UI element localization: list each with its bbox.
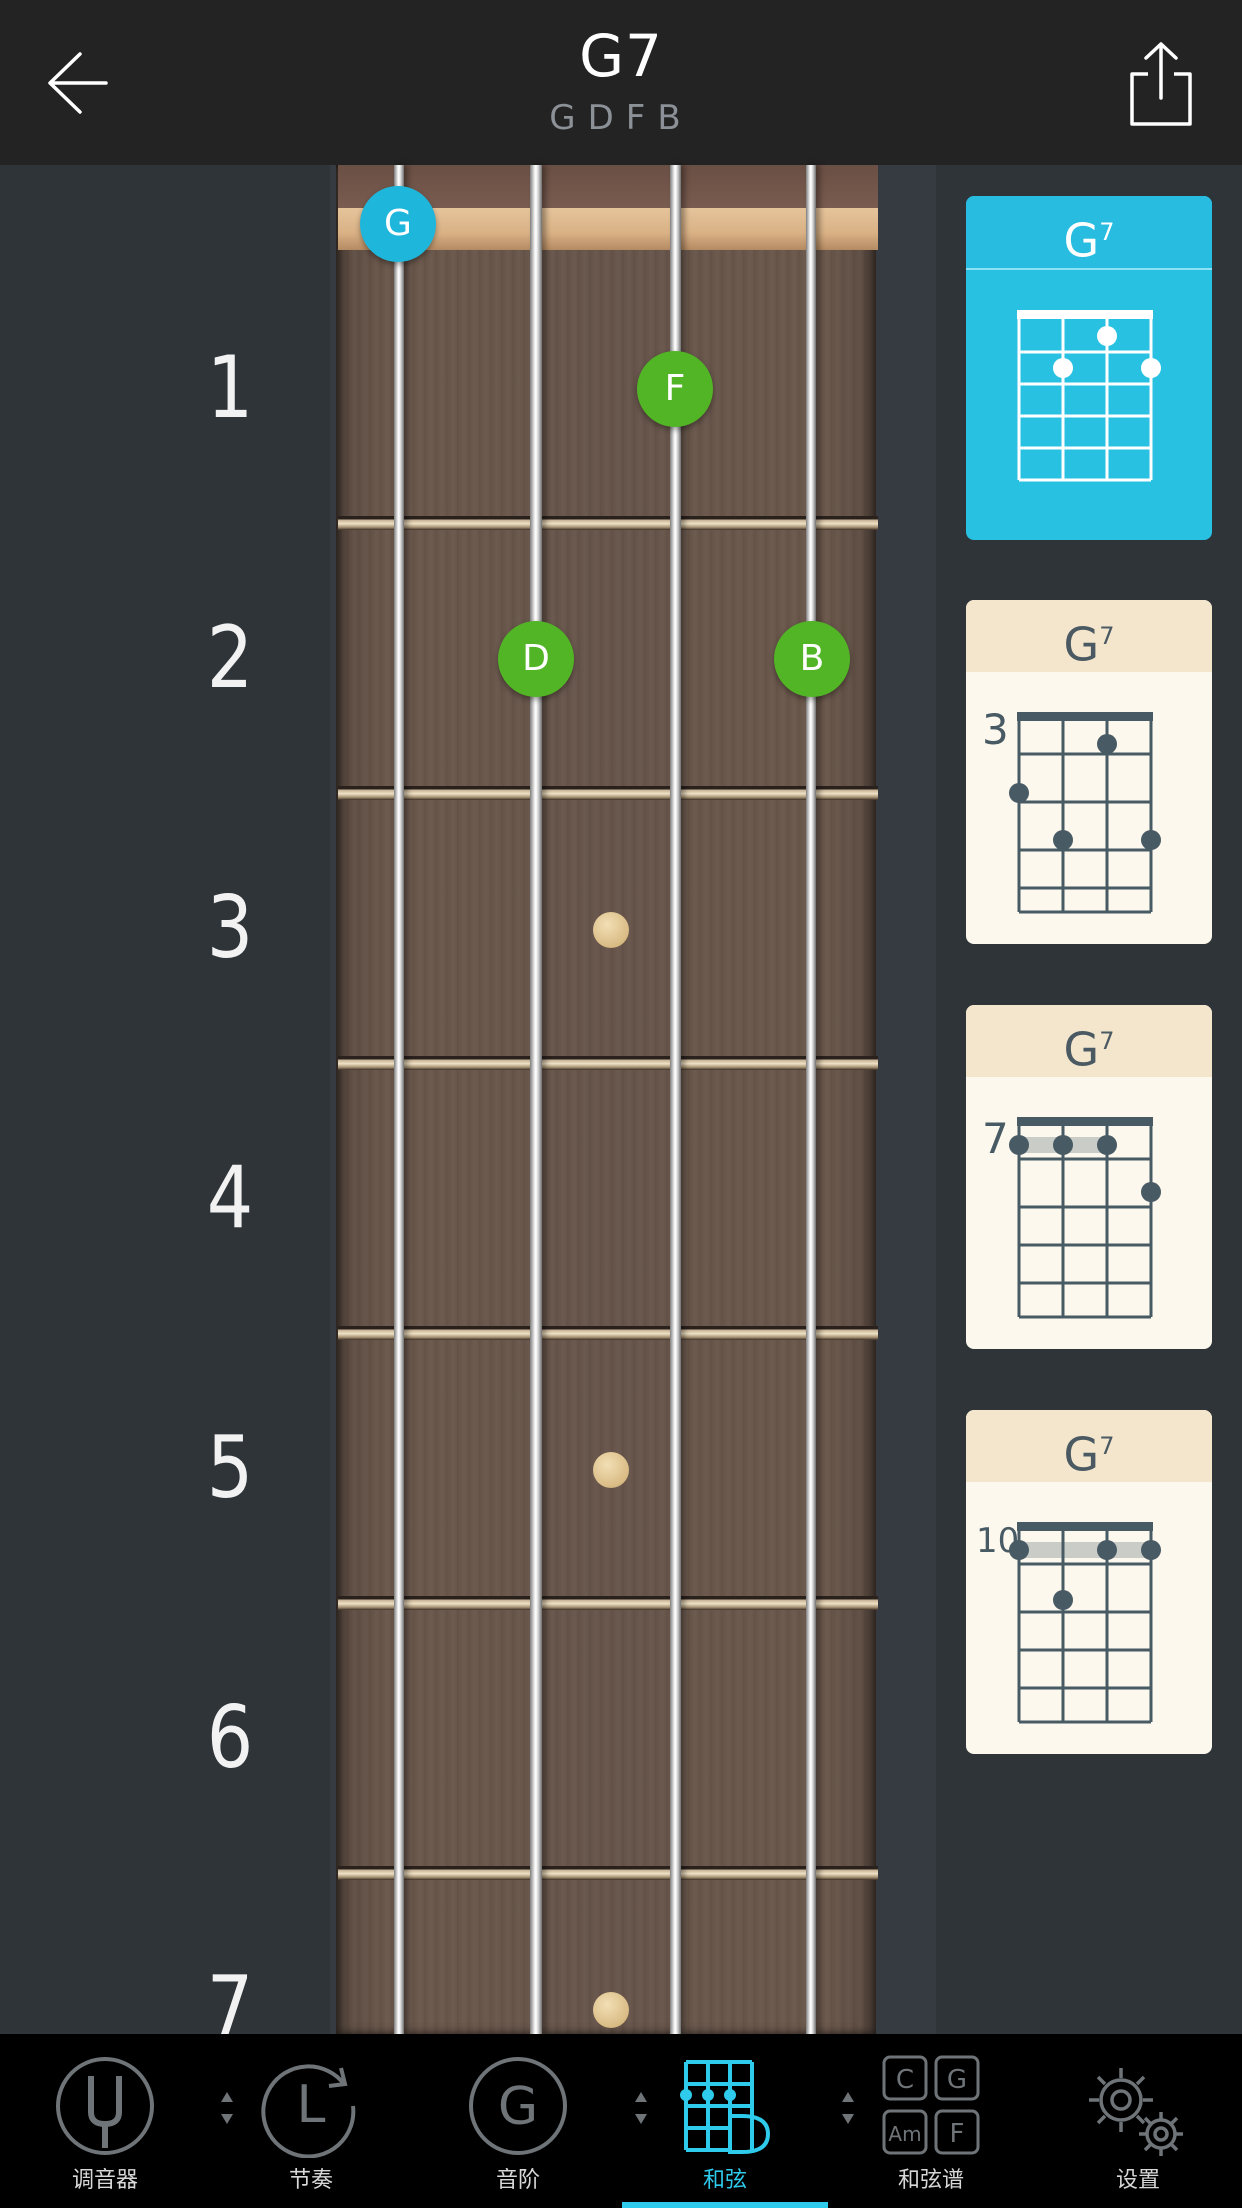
fret-number: 4 (206, 1148, 254, 1248)
note-marker[interactable]: F (637, 351, 713, 427)
nav-settings[interactable]: 设置 (1073, 2034, 1203, 2208)
string-g (394, 165, 404, 2035)
nav-rhythm[interactable]: L 节奏 (246, 2034, 376, 2208)
fret-wire (338, 786, 878, 800)
fret-wire (338, 1596, 878, 1610)
chart-letter: Am (888, 2122, 921, 2146)
nav-label: 调音器 (71, 2168, 138, 2193)
reorder-arrows-icon (221, 2092, 233, 2124)
chord-card-title: G7 (966, 600, 1212, 672)
chord-diagram (1017, 310, 1161, 482)
share-icon (1130, 42, 1192, 126)
nav-scale[interactable]: G 音阶 (453, 2034, 583, 2208)
note-marker[interactable]: D (498, 621, 574, 697)
reorder-arrows-icon (842, 2092, 854, 2124)
chord-card-title: G7 (966, 1410, 1212, 1482)
nav-label: 设置 (1115, 2168, 1160, 2193)
chord-card-3[interactable]: G7 7 (966, 1005, 1212, 1349)
chord-card-2[interactable]: G7 3 (966, 600, 1212, 944)
fret-inlay-dot (593, 912, 629, 948)
rhythm-letter: L (297, 2075, 326, 2135)
top-bar: G7 GDFB (0, 0, 1242, 165)
scale-letter: G (498, 2077, 538, 2137)
nav-chord[interactable]: 和弦 (660, 2034, 790, 2208)
fret-number: 6 (206, 1688, 254, 1788)
gears-icon (1089, 2068, 1183, 2156)
string-d (530, 165, 542, 2035)
nav-label: 和弦谱 (897, 2168, 964, 2193)
note-marker-root[interactable]: G (360, 186, 436, 262)
reorder-arrows-icon (635, 2092, 647, 2124)
chord-name: G (1063, 1022, 1100, 1077)
nav-label: 音阶 (495, 2168, 540, 2193)
chord-card-1[interactable]: G7 (966, 196, 1212, 540)
chord-diagram: 10 (976, 1521, 1161, 1724)
chord-grid-icon (680, 2060, 771, 2154)
fret-number: 1 (206, 338, 254, 438)
start-fret-label: 7 (982, 1114, 1009, 1163)
nav-label: 和弦 (702, 2168, 747, 2193)
string-b (806, 165, 816, 2035)
chord-superscript: 7 (1099, 218, 1115, 246)
active-tab-indicator (622, 2202, 828, 2208)
chord-superscript: 7 (1099, 1027, 1115, 1055)
chart-letter: F (950, 2119, 965, 2149)
chord-superscript: 7 (1099, 622, 1115, 650)
chord-card-4[interactable]: G7 10 (966, 1410, 1212, 1754)
start-fret-label: 3 (982, 705, 1009, 754)
chart-letter: C (896, 2065, 914, 2095)
share-button[interactable] (1124, 40, 1198, 130)
chord-chart-icon: C G Am F (882, 2055, 980, 2155)
scale-icon: G (469, 2057, 567, 2155)
chart-letter: G (947, 2065, 967, 2095)
fretboard[interactable] (336, 165, 876, 2035)
chord-diagram: 7 (982, 1114, 1161, 1319)
chord-notes: GDFB (549, 98, 693, 138)
fret-number: 2 (206, 608, 254, 708)
note-marker[interactable]: B (774, 621, 850, 697)
nav-chord-chart[interactable]: C G Am F 和弦谱 (866, 2034, 996, 2208)
chord-name: G (1063, 213, 1100, 268)
chord-diagram: 3 (982, 705, 1161, 914)
string-f (670, 165, 681, 2035)
chord-card-title: G7 (966, 196, 1212, 270)
fret-wire (338, 1056, 878, 1070)
chord-card-title: G7 (966, 1005, 1212, 1077)
bottom-nav (0, 2034, 1242, 2208)
chord-superscript: 7 (1099, 1432, 1115, 1460)
fret-wire (338, 1326, 878, 1340)
nav-tuner[interactable]: 调音器 (40, 2034, 170, 2208)
nav-label: 节奏 (288, 2168, 333, 2193)
chord-name: G (1063, 1427, 1100, 1482)
chord-name: G (1063, 617, 1100, 672)
fret-number: 5 (206, 1418, 254, 1518)
fret-wire (338, 516, 878, 530)
rhythm-loop-icon: L (261, 2064, 356, 2158)
fret-inlay-dot (593, 1452, 629, 1488)
chord-title: G7 (579, 22, 663, 90)
fret-wire (338, 1866, 878, 1880)
fret-inlay-dot (593, 1992, 629, 2028)
fret-number: 3 (206, 878, 254, 978)
tuning-fork-icon (56, 2057, 154, 2155)
